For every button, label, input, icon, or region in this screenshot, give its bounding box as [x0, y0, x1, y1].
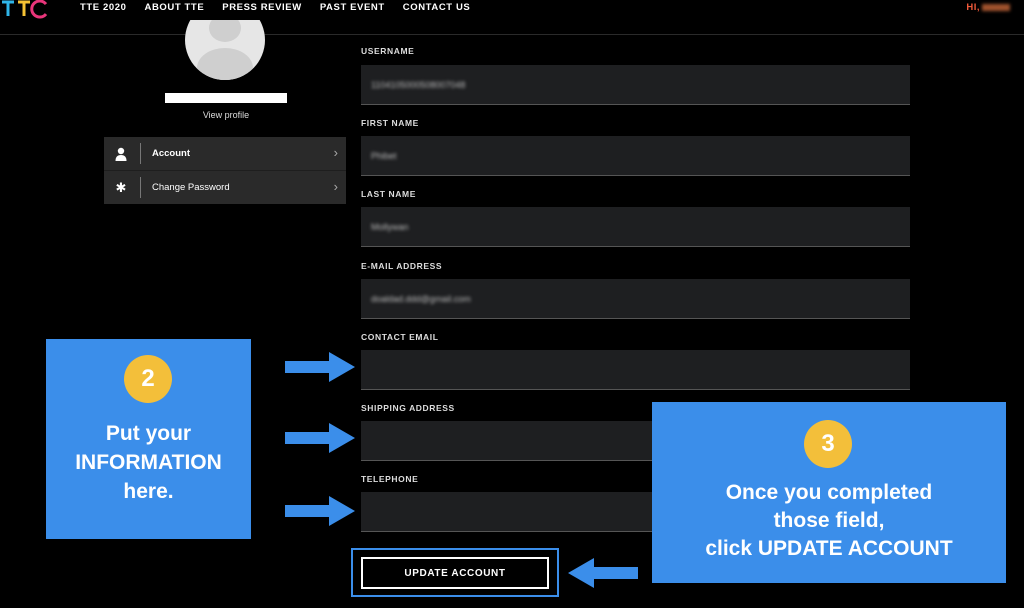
greeting-text: HI,	[966, 2, 980, 13]
arrow-right-icon	[285, 423, 355, 453]
chevron-right-icon: ›	[333, 145, 338, 160]
username-field[interactable]: 1104105000508007048	[361, 65, 910, 105]
nav-past-event[interactable]: PAST EVENT	[320, 2, 385, 13]
callout-step-3-text: Once you completed those field, click UP…	[705, 481, 953, 560]
main-nav: TTE 2020 ABOUT TTE PRESS REVIEW PAST EVE…	[80, 2, 488, 13]
email-label: E-MAIL ADDRESS	[361, 261, 443, 271]
chevron-right-icon: ›	[333, 179, 338, 194]
top-navbar: TTE 2020 ABOUT TTE PRESS REVIEW PAST EVE…	[0, 0, 1024, 35]
shipping-address-label: SHIPPING ADDRESS	[361, 403, 455, 413]
telephone-label: TELEPHONE	[361, 474, 419, 484]
tte-logo[interactable]	[0, 0, 52, 22]
username-label: USERNAME	[361, 46, 415, 56]
user-greeting[interactable]: HI,	[966, 2, 1010, 13]
arrow-right-icon	[285, 496, 355, 526]
account-menu: Account › ✱ Change Password ›	[104, 137, 346, 204]
contact-email-label: CONTACT EMAIL	[361, 332, 439, 342]
callout-step-2-text: Put your INFORMATION here.	[75, 422, 222, 503]
arrow-left-icon	[568, 558, 638, 588]
first-name-field[interactable]: Phibet	[361, 136, 910, 176]
first-name-label: FIRST NAME	[361, 118, 419, 128]
step-2-badge: 2	[124, 355, 172, 403]
last-name-label: LAST NAME	[361, 189, 416, 199]
view-profile-link[interactable]: View profile	[165, 110, 287, 120]
arrow-right-icon	[285, 352, 355, 382]
last-name-field[interactable]: Mollywan	[361, 207, 910, 247]
update-button-highlight: UPDATE ACCOUNT	[351, 548, 559, 597]
redacted-display-name	[165, 93, 287, 103]
menu-item-label: Change Password	[152, 182, 230, 193]
menu-item-account[interactable]: Account ›	[104, 137, 346, 171]
nav-press-review[interactable]: PRESS REVIEW	[222, 2, 302, 13]
update-account-button[interactable]: UPDATE ACCOUNT	[361, 557, 549, 589]
menu-item-change-password[interactable]: ✱ Change Password ›	[104, 171, 346, 204]
contact-email-input[interactable]	[361, 350, 910, 390]
redacted-username	[982, 3, 1010, 11]
nav-tte-2020[interactable]: TTE 2020	[80, 2, 127, 13]
step-3-badge: 3	[804, 420, 852, 468]
nav-about-tte[interactable]: ABOUT TTE	[145, 2, 205, 13]
user-icon	[114, 147, 128, 161]
menu-item-label: Account	[152, 148, 190, 159]
asterisk-icon: ✱	[115, 180, 127, 195]
email-field[interactable]: doaldad.ddd@gmail.com	[361, 279, 910, 319]
nav-contact-us[interactable]: CONTACT US	[403, 2, 471, 13]
avatar[interactable]	[185, 20, 265, 80]
